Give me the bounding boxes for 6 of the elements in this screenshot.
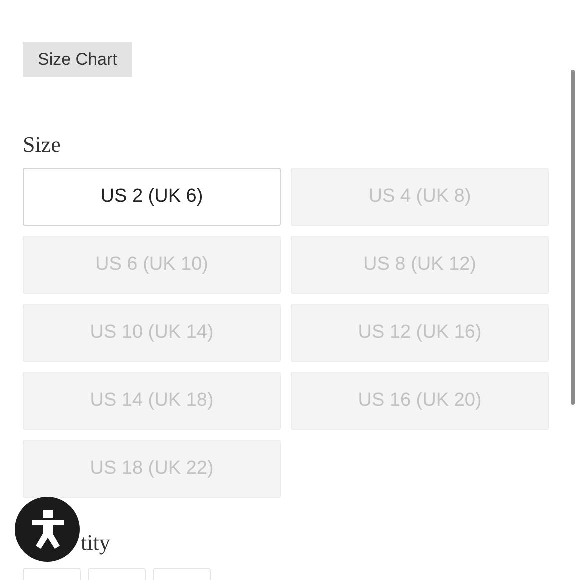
quantity-heading: tity xyxy=(80,530,112,556)
size-option[interactable]: US 2 (UK 6) xyxy=(23,168,281,226)
size-chart-button[interactable]: Size Chart xyxy=(23,42,132,77)
person-icon xyxy=(30,510,64,550)
size-heading: Size xyxy=(23,132,62,158)
scrollbar[interactable] xyxy=(571,70,575,405)
